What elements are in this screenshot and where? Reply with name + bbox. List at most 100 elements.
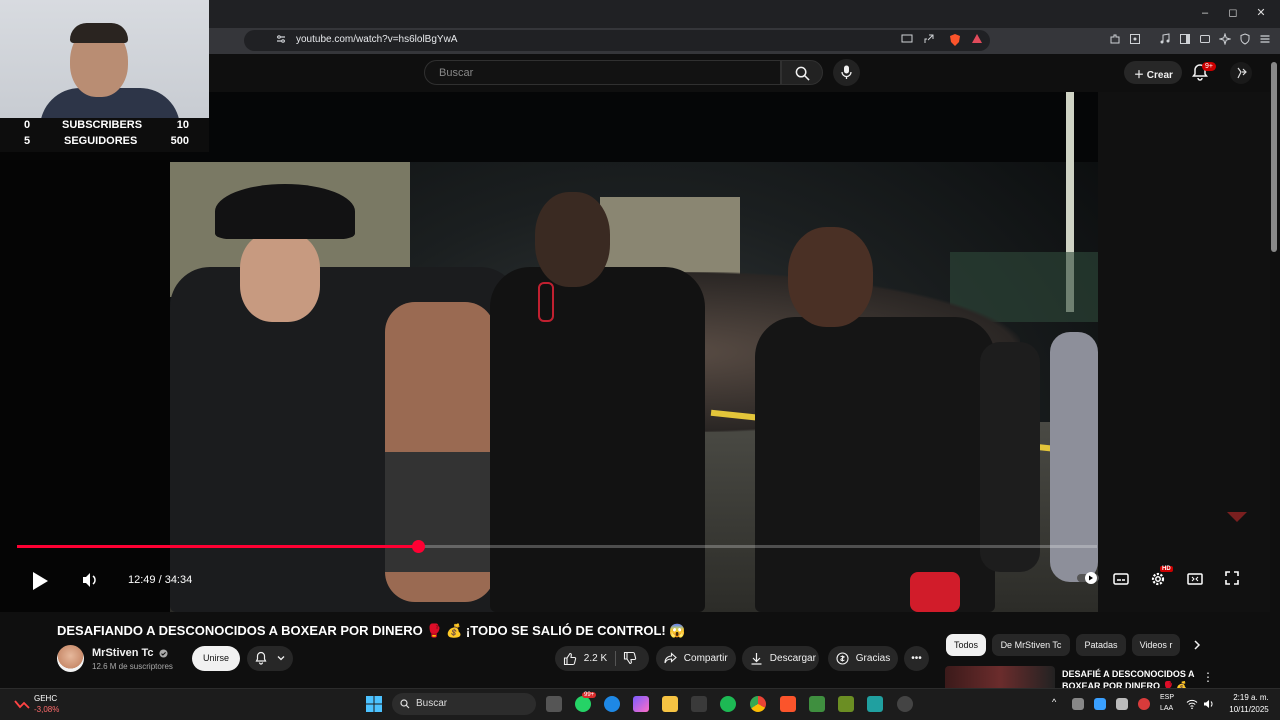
clock-date[interactable]: 10/11/2025 (1222, 705, 1276, 714)
tray-app-icon[interactable] (1116, 698, 1128, 710)
maximize-button[interactable]: ◻ (1226, 6, 1240, 20)
autoplay-toggle[interactable] (1076, 571, 1100, 591)
game-launcher-icon[interactable] (838, 696, 854, 712)
tray-app-icon[interactable] (1094, 698, 1106, 710)
whatsapp-icon[interactable] (575, 696, 591, 712)
thumbs-up-icon (563, 652, 577, 665)
search-input[interactable]: Buscar (424, 60, 781, 85)
subtitles-button[interactable] (1111, 571, 1131, 591)
channel-avatar[interactable] (57, 645, 84, 672)
dislike-button[interactable] (623, 646, 637, 671)
create-button[interactable]: ＋ Crear (1124, 61, 1182, 84)
plus-icon: ＋ (1134, 70, 1144, 81)
notification-count-badge: 9+ (1202, 62, 1216, 71)
page-scrollbar[interactable] (1271, 62, 1277, 252)
settings-button[interactable] (1148, 571, 1168, 591)
chip-videos[interactable]: Videos r (1132, 634, 1180, 656)
chevron-right-icon (1194, 640, 1201, 650)
play-button[interactable] (30, 571, 50, 591)
share-button[interactable]: Compartir (656, 646, 736, 671)
search-icon (400, 699, 410, 709)
task-view-icon[interactable] (546, 696, 562, 712)
search-button[interactable] (781, 60, 823, 85)
video-title: DESAFIANDO A DESCONOCIDOS A BOXEAR POR D… (57, 623, 686, 638)
menu-icon[interactable] (1258, 33, 1272, 47)
spotify-icon[interactable] (720, 696, 736, 712)
speaker-person (490, 267, 705, 612)
copilot-icon[interactable] (633, 696, 649, 712)
wallet-icon[interactable] (1198, 33, 1212, 47)
url-text: youtube.com/watch?v=hs6lolBgYwA (296, 34, 458, 45)
media-control-icon[interactable] (1158, 33, 1172, 47)
create-button-label: Crear (1146, 70, 1173, 81)
sidebar-icon[interactable] (1178, 33, 1192, 47)
stock-ticker[interactable]: GEHC (34, 694, 57, 703)
brave-icon[interactable] (780, 696, 796, 712)
input-language[interactable]: ESP (1160, 694, 1174, 701)
thanks-button[interactable]: Gracias (828, 646, 898, 671)
store-icon[interactable] (691, 696, 707, 712)
input-layout[interactable]: LAA (1160, 705, 1173, 712)
share-label: Compartir (683, 653, 728, 664)
channel-name[interactable]: MrStiven Tc (92, 647, 168, 659)
fullscreen-button[interactable] (1222, 571, 1242, 591)
minecraft-icon[interactable] (809, 696, 825, 712)
theater-mode-button[interactable] (1185, 571, 1205, 591)
download-button[interactable]: Descargar (742, 646, 819, 671)
stock-chart-icon[interactable] (14, 697, 30, 709)
tray-app-icon[interactable] (1072, 698, 1084, 710)
download-label: Descargar (769, 653, 816, 664)
autoplay-icon (1077, 572, 1099, 584)
chip-all[interactable]: Todos (946, 634, 986, 656)
microphone (538, 282, 554, 322)
progress-scrubber[interactable] (412, 540, 425, 553)
subscription-bell-button[interactable] (247, 646, 293, 671)
wifi-icon[interactable] (1186, 697, 1198, 710)
webcam-person-hair (70, 23, 128, 43)
suggested-video-thumbnail[interactable] (945, 666, 1055, 688)
share-page-icon[interactable] (922, 33, 936, 47)
counter-current: 0 (24, 119, 31, 131)
brave-shield-icon[interactable] (948, 33, 962, 47)
chip-from-channel[interactable]: De MrStiven Tc (992, 634, 1070, 656)
minimize-button[interactable]: – (1198, 6, 1212, 20)
screenshot-icon[interactable] (1128, 33, 1142, 47)
leo-ai-icon[interactable] (1218, 32, 1232, 47)
join-button[interactable]: Unirse (192, 646, 240, 671)
video-player[interactable] (0, 92, 1098, 612)
taskbar-search[interactable]: Buscar (392, 693, 536, 715)
chip-kicks[interactable]: Patadas (1076, 634, 1126, 656)
start-button[interactable] (366, 696, 382, 712)
suggested-video-menu-icon[interactable]: ⋮ (1202, 670, 1214, 684)
brave-rewards-icon[interactable] (970, 33, 984, 47)
like-button[interactable]: 2.2 K (563, 646, 607, 671)
edge-icon[interactable] (604, 696, 620, 712)
obs-icon[interactable] (897, 696, 913, 712)
clock-time[interactable]: 2:19 a. m. (1226, 693, 1276, 702)
voice-search-button[interactable] (833, 59, 860, 86)
fullscreen-icon (1225, 571, 1239, 585)
counter-goal: 500 (170, 135, 189, 147)
more-actions-button[interactable]: ••• (904, 646, 929, 671)
play-icon (33, 572, 48, 590)
volume-button[interactable] (80, 571, 100, 591)
chips-next-button[interactable] (1190, 638, 1204, 652)
suggested-video-title[interactable]: DESAFIÉ A DESCONOCIDOS A BOXEAR POR DINE… (1062, 668, 1202, 690)
tray-mic-icon[interactable] (1138, 698, 1150, 710)
speaker-icon[interactable] (1203, 697, 1215, 709)
capcut-icon[interactable] (867, 696, 883, 712)
download-icon (751, 653, 762, 665)
account-avatar[interactable] (1230, 62, 1252, 84)
close-window-button[interactable]: ✕ (1254, 6, 1268, 20)
site-settings-icon[interactable] (274, 33, 288, 47)
vpn-shield-icon[interactable] (1238, 33, 1252, 47)
file-explorer-icon[interactable] (662, 696, 678, 712)
chrome-icon[interactable] (750, 696, 766, 712)
chevron-up-icon[interactable]: ^ (1052, 697, 1062, 707)
channel-watermark-icon[interactable] (1226, 510, 1248, 524)
cast-icon[interactable] (900, 33, 914, 47)
interviewer-cap (215, 184, 355, 239)
like-count: 2.2 K (583, 653, 608, 664)
goal-counter-overlay: 0 SUBSCRIBERS 10 5 SEGUIDORES 500 (0, 118, 209, 152)
extensions-icon[interactable] (1108, 33, 1122, 47)
